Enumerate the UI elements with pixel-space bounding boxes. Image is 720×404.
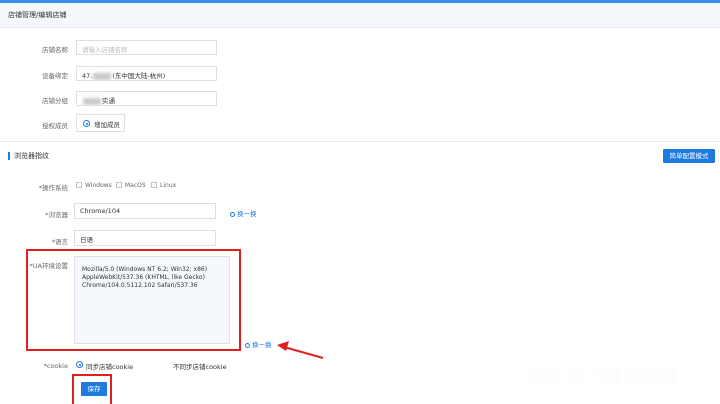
watermark: 知乎 @飞跨浏览器 bbox=[527, 367, 678, 387]
cookie-sync-radio[interactable] bbox=[76, 361, 83, 368]
cookie-nosync-label[interactable]: 不同步店铺cookie bbox=[173, 361, 227, 371]
cookie-sync-label: 同步店铺cookie bbox=[86, 363, 134, 371]
red-arrow-icon bbox=[277, 341, 324, 359]
edit-store-page: 店铺管理/编辑店铺 店铺名称 请输入店铺名称 设备绑定 47. (东中国大陆-杭州… bbox=[0, 0, 720, 404]
cookie-label: *cookie bbox=[43, 362, 68, 370]
save-highlight-box bbox=[72, 374, 112, 404]
